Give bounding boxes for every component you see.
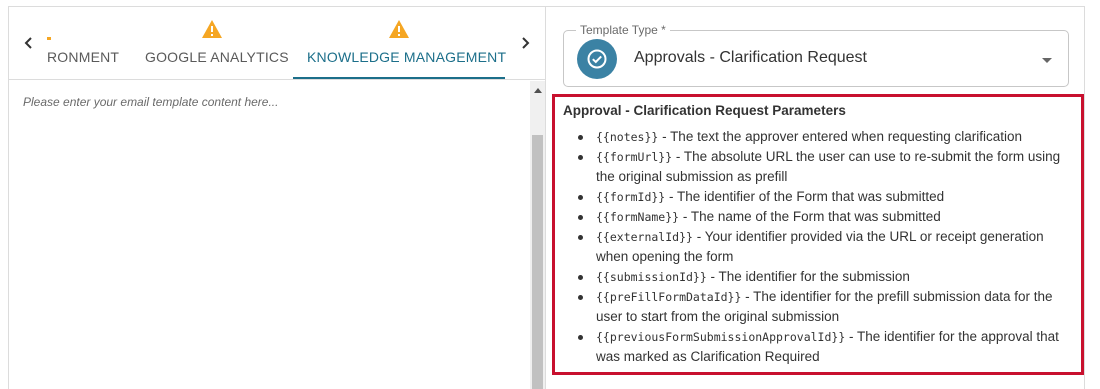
param-description: - The name of the Form that was submitte… [679, 209, 941, 224]
warning-icon [47, 37, 51, 40]
tabs-scroll-right-button[interactable] [515, 33, 535, 53]
parameters-box: Approval - Clarification Request Paramet… [552, 94, 1084, 375]
chevron-left-icon [24, 37, 32, 49]
list-item: {{externalId}} - Your identifier provide… [566, 227, 1066, 267]
list-item: {{previousFormSubmissionApprovalId}} - T… [566, 327, 1066, 367]
tabs-scroll-left-button[interactable] [19, 33, 39, 53]
email-template-editor-panel: RONMENT GOOGLE ANALYTICS KNOWLEDGE MANAG… [8, 6, 546, 389]
param-code: {{externalId}} [596, 230, 693, 244]
list-item: {{formUrl}} - The absolute URL the user … [566, 147, 1066, 187]
editor-scrollbar[interactable] [530, 81, 545, 389]
tab-knowledge-management-label: KNOWLEDGE MANAGEMENT [307, 49, 507, 65]
scroll-thumb[interactable] [532, 135, 543, 389]
tab-google-analytics[interactable]: GOOGLE ANALYTICS [133, 7, 289, 79]
param-description: - The identifier of the Form that was su… [665, 189, 945, 204]
list-item: {{notes}} - The text the approver entere… [566, 127, 1066, 147]
list-item: {{preFillFormDataId}} - The identifier f… [566, 287, 1066, 327]
param-code: {{formName}} [596, 210, 680, 224]
param-code: {{formUrl}} [596, 150, 673, 164]
param-code: {{previousFormSubmissionApprovalId}} [596, 330, 846, 344]
param-code: {{notes}} [596, 130, 659, 144]
tab-environment[interactable]: RONMENT [47, 7, 127, 79]
list-item: {{formName}} - The name of the Form that… [566, 207, 1066, 227]
template-type-label: Template Type * [576, 23, 670, 37]
param-code: {{formId}} [596, 190, 666, 204]
template-content-editor[interactable]: Please enter your email template content… [9, 81, 529, 389]
check-circle-icon [577, 39, 617, 79]
list-item: {{formId}} - The identifier of the Form … [566, 187, 1066, 207]
active-tab-indicator [293, 77, 505, 79]
tab-knowledge-management[interactable]: KNOWLEDGE MANAGEMENT [293, 7, 507, 79]
param-code: {{submissionId}} [596, 270, 707, 284]
param-description: - The text the approver entered when req… [658, 129, 1023, 144]
param-description: - The identifier for the submission [706, 269, 910, 284]
tab-environment-label: RONMENT [47, 49, 120, 65]
parameters-title: Approval - Clarification Request Paramet… [563, 103, 846, 118]
editor-placeholder: Please enter your email template content… [23, 95, 279, 109]
template-type-select[interactable]: Template Type * Approvals - Clarificatio… [563, 23, 1069, 87]
tab-google-analytics-label: GOOGLE ANALYTICS [145, 49, 289, 65]
template-tab-bar: RONMENT GOOGLE ANALYTICS KNOWLEDGE MANAG… [9, 7, 546, 80]
param-code: {{preFillFormDataId}} [596, 290, 742, 304]
warning-icon [202, 20, 222, 38]
dropdown-caret-icon[interactable] [1040, 55, 1054, 65]
chevron-right-icon [522, 37, 530, 49]
parameters-list: {{notes}} - The text the approver entere… [566, 127, 1066, 367]
list-item: {{submissionId}} - The identifier for th… [566, 267, 1066, 287]
template-settings-panel: Template Type * Approvals - Clarificatio… [545, 6, 1085, 389]
template-type-value: Approvals - Clarification Request [634, 49, 867, 66]
warning-icon [389, 20, 409, 38]
scroll-up-arrow-icon[interactable] [530, 83, 545, 97]
